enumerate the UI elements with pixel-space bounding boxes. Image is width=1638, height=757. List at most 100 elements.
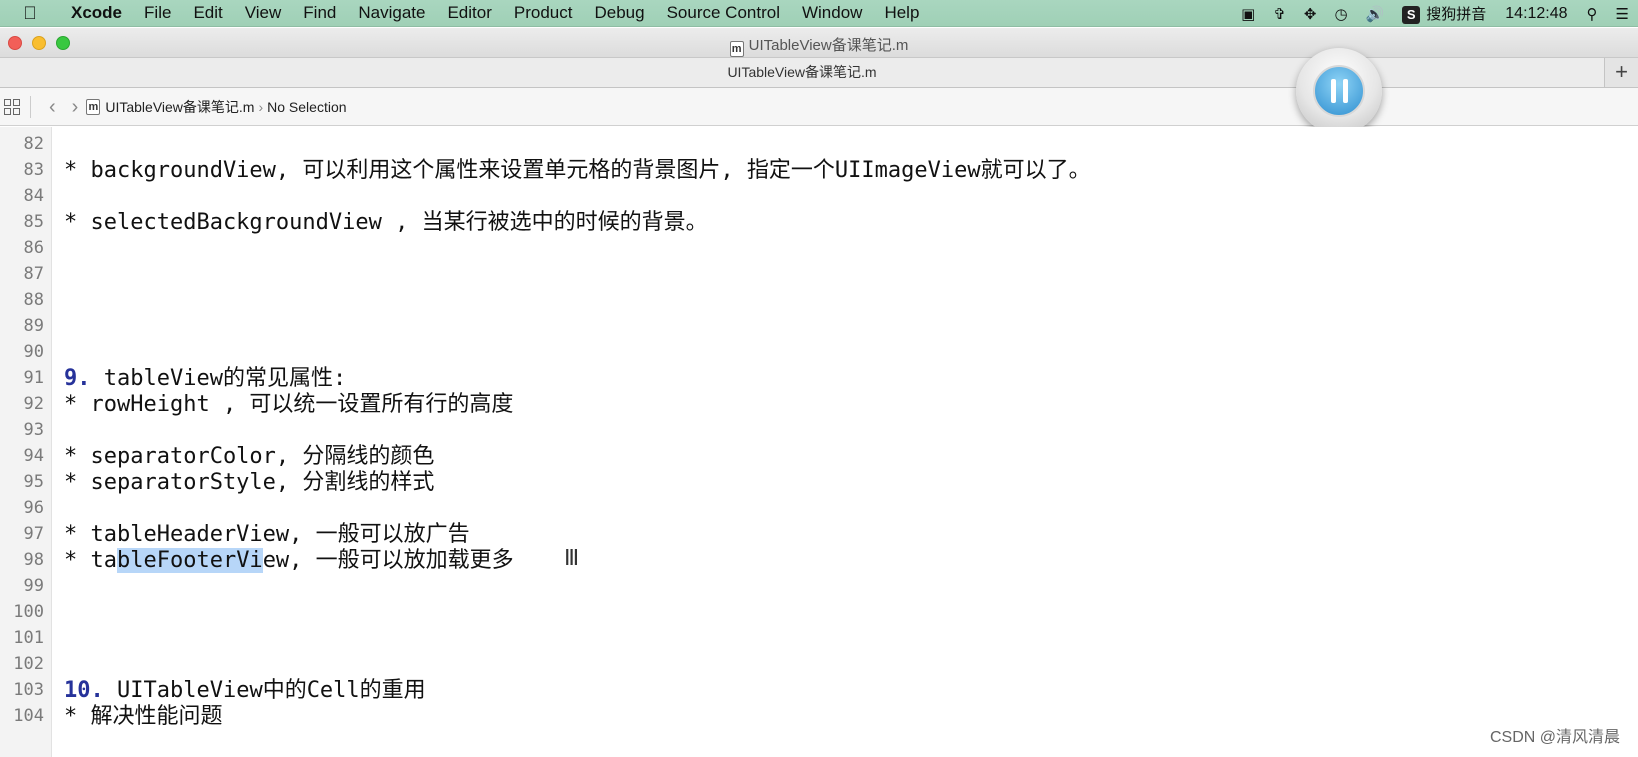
pause-icon [1313,65,1365,117]
watermark: CSDN @清风清晨 [1485,723,1624,747]
line-number: 92 [23,394,44,414]
line-number: 87 [23,264,44,284]
code-line[interactable]: 83 * backgroundView, 可以利用这个属性来设置单元格的背景图片,… [0,157,1638,184]
notification-center-icon[interactable]: ☰ [1607,5,1638,23]
sogou-icon: S [1402,6,1421,24]
menu-file[interactable]: File [133,3,182,23]
menu-source-control[interactable]: Source Control [656,3,791,23]
line-text: * tableFooterView, 一般可以放加载更多 [64,547,514,574]
code-line[interactable]: 102 [0,651,1638,678]
code-line[interactable]: 99 [0,573,1638,600]
code-line[interactable]: 85 * selectedBackgroundView , 当某行被选中的时候的背… [0,209,1638,236]
line-number: 100 [13,602,44,622]
line-number: 93 [23,420,44,440]
code-line[interactable]: 82 [0,131,1638,158]
breadcrumb-file[interactable]: UITableView备课笔记.m [105,97,254,117]
line-text: * tableHeaderView, 一般可以放广告 [64,521,470,548]
line-text-body: * selectedBackgroundView , 当某行被选中的时候的背景。 [64,210,708,235]
line-text: * selectedBackgroundView , 当某行被选中的时候的背景。 [64,209,708,236]
menu-help[interactable]: Help [873,3,930,23]
menu-bar:  Xcode File Edit View Find Navigate Edi… [0,0,1638,27]
code-line[interactable]: 101 [0,625,1638,652]
cursor-tool-icon[interactable]: ✞ [1264,5,1295,23]
line-number: 97 [23,524,44,544]
code-line[interactable]: 104 * 解决性能问题 [0,703,1638,730]
breadcrumb-chevron-icon: › [258,98,264,115]
back-chevron-icon[interactable]: ‹ [41,97,64,117]
jump-bar: ‹ › m UITableView备课笔记.m › No Selection [0,88,1638,126]
selected-text[interactable]: bleFooterVi [116,548,263,573]
forward-chevron-icon[interactable]: › [64,97,87,117]
section-number: 10. [64,678,104,703]
code-line[interactable]: 97 * tableHeaderView, 一般可以放广告 [0,521,1638,548]
recording-pause-button[interactable] [1296,48,1382,134]
line-number: 83 [23,160,44,180]
line-text: * backgroundView, 可以利用这个属性来设置单元格的背景图片, 指… [64,157,1091,184]
menu-view[interactable]: View [234,3,293,23]
code-editor[interactable]: 82 83 * backgroundView, 可以利用这个属性来设置单元格的背景图… [0,127,1638,757]
new-tab-button[interactable]: + [1604,58,1638,87]
code-line[interactable]: 91 9. tableView的常见属性: [0,365,1638,392]
volume-icon[interactable]: 🔊 [1357,5,1394,23]
code-line[interactable]: 89 [0,313,1638,340]
code-line[interactable]: 90 [0,339,1638,366]
code-line[interactable]: 87 [0,261,1638,288]
code-line[interactable]: 93 [0,417,1638,444]
menu-clock[interactable]: 14:12:48 [1495,5,1577,23]
breadcrumb-selection[interactable]: No Selection [267,99,346,115]
code-line[interactable]: 100 [0,599,1638,626]
line-text: * separatorStyle, 分割线的样式 [64,469,434,496]
code-line[interactable]: 96 [0,495,1638,522]
jumpbar-divider [30,95,31,118]
menu-navigate[interactable]: Navigate [347,3,436,23]
line-text-body: * tableHeaderView, 一般可以放广告 [64,522,470,547]
menu-debug[interactable]: Debug [583,3,655,23]
line-text-body: * separatorStyle, 分割线的样式 [64,470,435,495]
code-line[interactable]: 86 [0,235,1638,262]
code-line[interactable]: 84 [0,183,1638,210]
objc-file-icon: m [729,41,744,57]
input-method-menu[interactable]: S 搜狗拼音 [1393,3,1495,24]
line-number: 90 [23,342,44,362]
line-text: * rowHeight , 可以统一设置所有行的高度 [64,391,513,418]
input-method-label: 搜狗拼音 [1426,6,1487,23]
menu-app-name[interactable]: Xcode [60,3,133,23]
code-line[interactable]: 95 * separatorStyle, 分割线的样式 [0,469,1638,496]
objc-file-icon: m [86,98,101,115]
line-text: 9. tableView的常见属性: [64,365,346,392]
menu-window[interactable]: Window [791,3,873,23]
line-text: * separatorColor, 分隔线的颜色 [64,443,434,470]
menu-product[interactable]: Product [503,3,584,23]
line-number: 96 [23,498,44,518]
code-line[interactable]: 98 * tableFooterView, 一般可以放加载更多 [0,547,1638,574]
line-number: 94 [23,446,44,466]
line-text-body: * 解决性能问题 [64,704,223,729]
section-number: 9. [64,366,91,391]
line-text-body: ew, 一般可以放加载更多 [262,548,514,573]
spotlight-search-icon[interactable]: ⚲ [1578,5,1607,23]
code-line[interactable]: 94 * separatorColor, 分隔线的颜色 [0,443,1638,470]
line-number: 88 [23,290,44,310]
time-machine-icon[interactable]: ◷ [1325,5,1356,23]
line-text-body: * separatorColor, 分隔线的颜色 [64,444,435,469]
window-title-bar: m UITableView备课笔记.m [0,28,1638,58]
menu-find[interactable]: Find [292,3,347,23]
line-number: 102 [13,654,44,674]
menu-items: Xcode File Edit View Find Navigate Edito… [60,3,930,23]
menu-edit[interactable]: Edit [182,3,233,23]
move-icon[interactable]: ✥ [1295,5,1326,23]
code-line[interactable]: 88 [0,287,1638,314]
line-number: 104 [13,706,44,726]
apple-icon[interactable]:  [0,3,60,24]
line-number: 86 [23,238,44,258]
window-title-text: UITableView备课笔记.m [748,37,909,54]
menu-editor[interactable]: Editor [436,3,502,23]
line-text-prefix: * ta [64,548,117,573]
related-items-icon[interactable] [4,98,20,115]
line-number: 84 [23,186,44,206]
code-line[interactable]: 103 10. UITableView中的Cell的重用 [0,677,1638,704]
line-number: 95 [23,472,44,492]
code-line[interactable]: 92 * rowHeight , 可以统一设置所有行的高度 [0,391,1638,418]
line-text-body: * rowHeight , 可以统一设置所有行的高度 [64,392,514,417]
screen-record-icon[interactable]: ▣ [1232,5,1264,23]
